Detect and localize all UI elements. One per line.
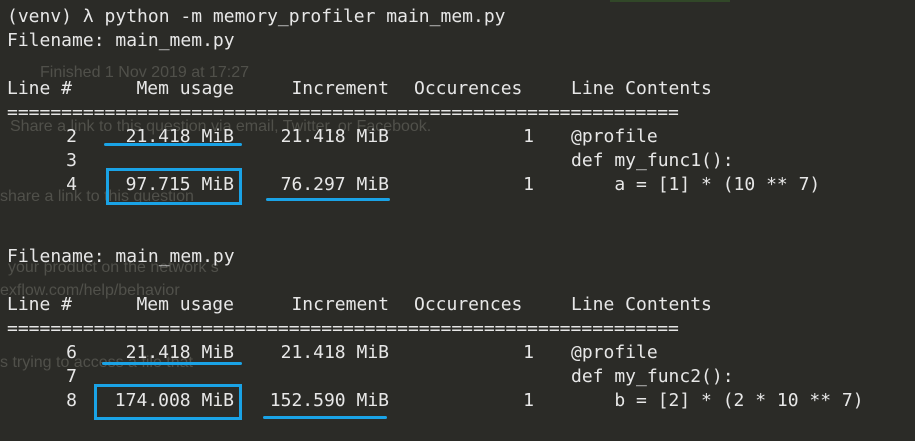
- increment-value: 152.590 MiB: [269, 390, 389, 411]
- line-number: 8: [66, 390, 77, 411]
- header-line-no: Line #: [7, 78, 73, 99]
- line-number: 6: [66, 342, 77, 363]
- annotation-underline: [263, 416, 387, 419]
- header-line-contents: Line Contents: [571, 294, 712, 315]
- line-contents: a = [1] * (10 ** 7): [571, 174, 821, 195]
- header-mem-usage: Mem usage: [136, 78, 234, 99]
- background-highlight: [610, 0, 730, 2]
- increment-value: 76.297 MiB: [280, 174, 389, 195]
- increment-value: 21.418 MiB: [280, 126, 389, 147]
- line-number: 2: [66, 126, 77, 147]
- increment-value: 21.418 MiB: [280, 342, 389, 363]
- header-increment: Increment: [291, 78, 389, 99]
- annotation-box: [94, 384, 242, 420]
- filename-line: Filename: main_mem.py: [7, 246, 235, 267]
- occurences-value: 1: [523, 390, 534, 411]
- command-line: (venv) λ python -m memory_profiler main_…: [7, 6, 506, 27]
- line-contents: def my_func1():: [571, 150, 734, 171]
- annotation-underline: [104, 143, 242, 146]
- table-separator: ========================================…: [7, 318, 679, 339]
- annotation-underline: [102, 362, 242, 365]
- header-increment: Increment: [291, 294, 389, 315]
- line-number: 4: [66, 174, 77, 195]
- header-mem-usage: Mem usage: [136, 294, 234, 315]
- occurences-value: 1: [523, 174, 534, 195]
- terminal-window[interactable]: Finished 1 Nov 2019 at 17:27 Share a lin…: [0, 0, 915, 441]
- table-separator: ========================================…: [7, 102, 679, 123]
- line-contents: @profile: [571, 342, 658, 363]
- header-occurences: Occurences: [414, 294, 523, 315]
- line-number: 7: [66, 366, 77, 387]
- line-contents: b = [2] * (2 * 10 ** 7): [571, 390, 864, 411]
- line-contents: def my_func2():: [571, 366, 734, 387]
- occurences-value: 1: [523, 342, 534, 363]
- filename-line: Filename: main_mem.py: [7, 30, 235, 51]
- header-line-no: Line #: [7, 294, 73, 315]
- header-line-contents: Line Contents: [571, 78, 712, 99]
- annotation-box: [106, 168, 242, 205]
- header-occurences: Occurences: [414, 78, 523, 99]
- line-number: 3: [66, 150, 77, 171]
- annotation-underline: [266, 198, 390, 201]
- occurences-value: 1: [523, 126, 534, 147]
- line-contents: @profile: [571, 126, 658, 147]
